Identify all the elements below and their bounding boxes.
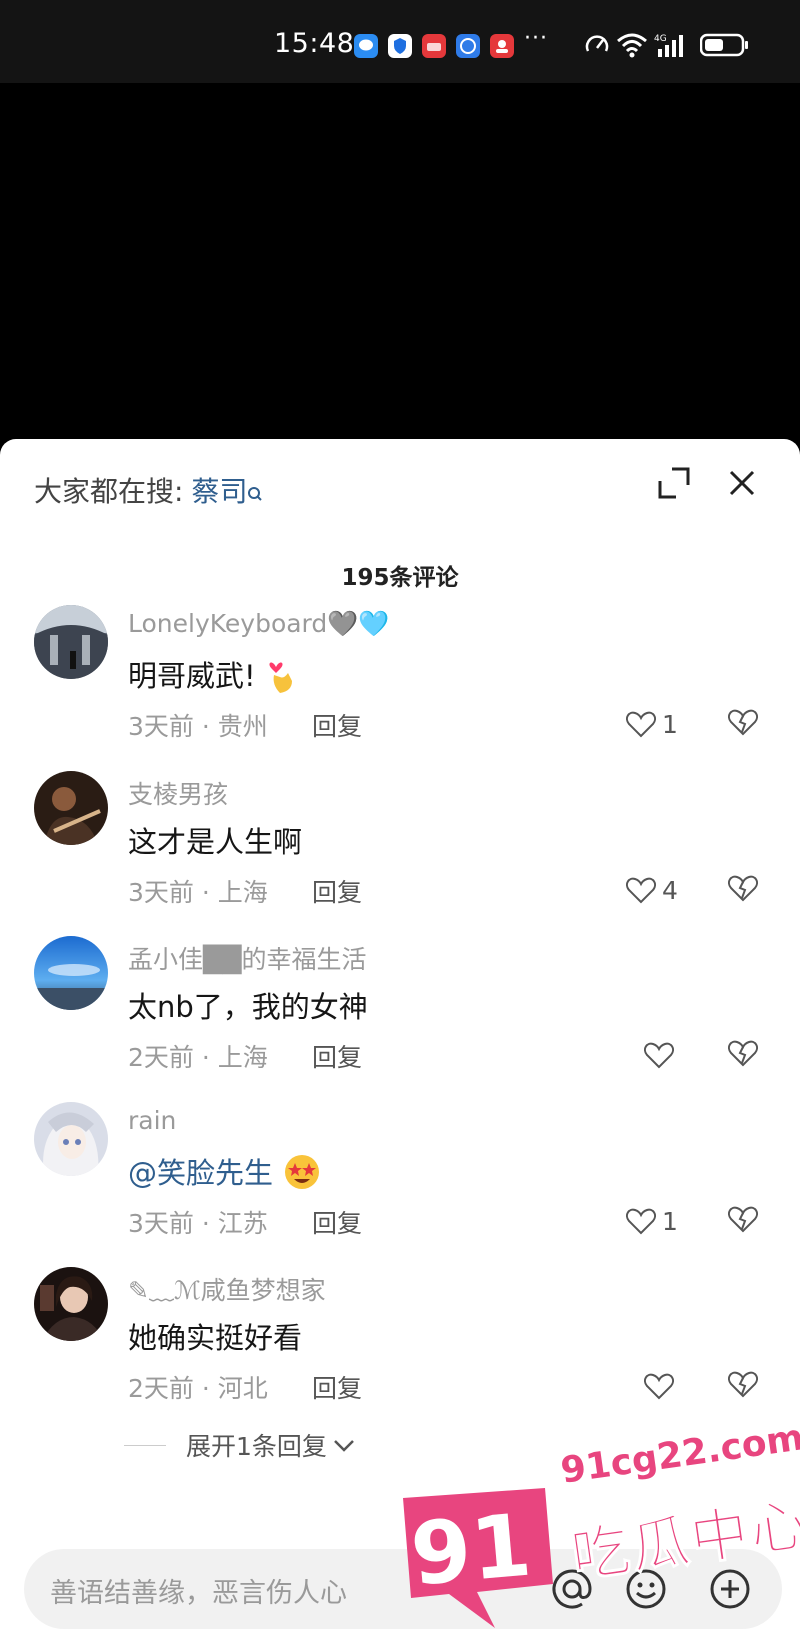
like-button[interactable]: 4 [626,873,678,907]
like-count: 1 [662,1206,678,1236]
dislike-button[interactable] [727,707,759,737]
reply-button[interactable]: 回复 [312,873,362,909]
svg-text:4G: 4G [654,34,667,44]
cellular-signal-icon: 4G [654,31,690,63]
speed-meter-icon [584,31,610,63]
mention-link[interactable]: @笑脸先生 [128,1156,273,1190]
reply-button[interactable]: 回复 [312,707,362,743]
comment-meta: 2天前 · 上海 [128,1043,268,1072]
search-icon [247,476,263,509]
like-count: 4 [662,875,678,905]
heart-icon [644,1373,674,1400]
chevron-down-icon [334,1440,354,1452]
like-button[interactable] [644,1038,680,1072]
status-time: 15:48 [274,28,355,59]
shopping-app-icon [422,33,446,59]
comment-username[interactable]: rain [128,1106,176,1135]
close-button[interactable] [724,465,760,501]
avatar[interactable] [34,771,108,845]
avatar[interactable] [34,605,108,679]
like-count: 1 [662,709,678,739]
comment-meta: 2天前 · 河北 [128,1374,268,1403]
browser-app-icon [456,33,480,59]
comment-text: 这才是人生啊 [128,825,303,859]
avatar[interactable] [34,1102,108,1176]
comment-text: 太nb了，我的女神 [128,990,368,1024]
dislike-button[interactable] [727,1038,759,1068]
watermark-logo: 91 [385,1488,553,1630]
comment-meta: 3天前 · 贵州 [128,712,268,741]
avatar[interactable] [34,1267,108,1341]
heart-icon [626,877,656,904]
like-button[interactable]: 1 [626,1204,678,1238]
heart-icon [626,1208,656,1235]
comment-text: 她确实挺好看 [128,1321,303,1355]
divider-line [124,1444,166,1446]
comment-item: 孟小佳██的幸福生活 太nb了，我的女神 2天前 · 上海 回复 [0,936,800,1106]
comment-text: @笑脸先生 [128,1150,321,1198]
message-app-icon [354,33,378,59]
video-player-area[interactable] [0,83,800,439]
comment-username[interactable]: 孟小佳██的幸福生活 [128,940,366,976]
wifi-icon [616,31,648,63]
comment-username[interactable]: ✎﹏ℳ咸鱼梦想家 [128,1271,326,1307]
svg-text:91: 91 [407,1495,535,1605]
comment-count: 195条评论 [341,565,459,591]
heart-hands-emoji-icon [266,655,298,702]
red-app-icon [490,33,514,59]
star-struck-emoji-icon [283,1153,321,1198]
comment-username[interactable]: LonelyKeyboard🩶🩵 [128,609,390,639]
broken-heart-icon [727,1040,759,1067]
broken-heart-icon [727,1371,759,1398]
comment-text: 明哥威武! [128,653,298,702]
like-button[interactable]: 1 [626,707,678,741]
search-suggestion-keyword[interactable]: 蔡司 [191,475,247,508]
more-notifications-icon: ··· [524,26,548,51]
broken-heart-icon [727,709,759,736]
dislike-button[interactable] [727,1369,759,1399]
expand-replies-button[interactable]: 展开1条回复 [124,1428,357,1462]
dislike-button[interactable] [727,873,759,903]
status-bar: 15:48 ··· 4G [0,0,800,83]
broken-heart-icon [727,875,759,902]
like-button[interactable] [644,1369,680,1403]
expand-replies-label: 展开1条回复 [186,1432,327,1461]
shield-app-icon [388,33,412,59]
comment-meta: 3天前 · 江苏 [128,1209,268,1238]
search-suggestion[interactable]: 大家都在搜: 蔡司 [34,470,263,510]
comment-username[interactable]: 支棱男孩 [128,775,228,811]
avatar[interactable] [34,936,108,1010]
close-icon [729,470,755,496]
comment-item: rain @笑脸先生 3天前 · 江苏 回复 1 [0,1102,800,1272]
expand-icon [658,467,690,499]
comment-input[interactable]: 善语结善缘，恶言伤人心 [50,1571,347,1610]
dislike-button[interactable] [727,1204,759,1234]
comment-item: LonelyKeyboard🩶🩵 明哥威武! 3天前 · 贵州 回复 1 [0,605,800,775]
expand-fullscreen-button[interactable] [656,465,692,501]
heart-icon [626,711,656,738]
broken-heart-icon [727,1206,759,1233]
comment-item: 支棱男孩 这才是人生啊 3天前 · 上海 回复 4 [0,771,800,941]
heart-icon [644,1042,674,1069]
battery-icon [699,31,750,63]
reply-button[interactable]: 回复 [312,1038,362,1074]
comment-meta: 3天前 · 上海 [128,878,268,907]
reply-button[interactable]: 回复 [312,1204,362,1240]
reply-button[interactable]: 回复 [312,1369,362,1405]
search-suggestion-prefix: 大家都在搜: [34,475,184,508]
